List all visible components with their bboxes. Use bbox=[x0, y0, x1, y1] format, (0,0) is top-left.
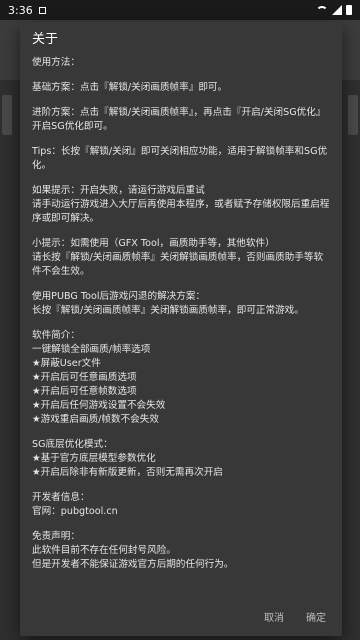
dialog-section: 软件简介： 一键解锁全部画质/帧率选项 ★屏蔽User文件 ★开启后可任意画质选项 ★开… bbox=[32, 329, 330, 427]
notification-icon bbox=[38, 6, 46, 14]
dialog-text-line: 长按『解锁/关闭画质帧率』关闭解锁画质帧率，即可正常游戏。 bbox=[32, 305, 304, 316]
dialog-text-line: 此软件目前不存在任何封号风险。 bbox=[32, 545, 176, 556]
dialog-text-line: ★游戏重启画质/帧数不会失效 bbox=[32, 414, 159, 425]
dialog-text-line: Tips：长按『解锁/关闭』即可关闭相应功能，适用于解锁帧率和SG优化。 bbox=[32, 146, 328, 171]
dialog-text-line: 使用方法： bbox=[32, 57, 80, 68]
status-right bbox=[316, 5, 352, 15]
dialog-text-line: ★开启后可任意帧数选项 bbox=[32, 386, 137, 397]
battery-icon bbox=[346, 5, 352, 15]
dialog-text-line: ★基于官方底层模型参数优化 bbox=[32, 453, 156, 464]
dialog-section: 使用方法： bbox=[32, 56, 330, 70]
status-time: 3:36 bbox=[8, 3, 33, 17]
dialog-section: 进阶方案：点击『解锁/关闭画质帧率』，再点击『开启/关闭SG优化』开启SG优化即… bbox=[32, 106, 330, 134]
signal-icon bbox=[332, 5, 342, 15]
dialog-text-line: 请手动运行游戏进入大厅后再使用本程序，或者赋予存储权限后重启程序或即可解决。 bbox=[32, 199, 330, 224]
about-dialog: 关于 使用方法： 基础方案：点击『解锁/关闭画质帧率』即可。进阶方案：点击『解锁/… bbox=[20, 22, 342, 636]
dialog-text-line: 开发者信息： bbox=[32, 492, 90, 503]
cancel-button[interactable]: 取消 bbox=[262, 608, 286, 630]
dialog-text-line: 请长按『解锁/关闭画质帧率』关闭解锁画质帧率，否则画质助手等软件不会生效。 bbox=[32, 252, 324, 277]
dialog-section: 如果提示：开启失败，请运行游戏后重试请手动运行游戏进入大厅后再使用本程序，或者赋… bbox=[32, 184, 330, 226]
dialog-text-line: 使用PUBG Tool后游戏闪退的解决方案： bbox=[32, 291, 206, 302]
dialog-text-line: 官网：pubgtool.cn bbox=[32, 506, 118, 517]
dialog-text-line: 软件简介： bbox=[32, 330, 80, 341]
dialog-text-line: 基础方案：点击『解锁/关闭画质帧率』即可。 bbox=[32, 82, 228, 93]
dialog-text-line: 如果提示：开启失败，请运行游戏后重试 bbox=[32, 185, 205, 196]
dialog-text-line: ★开启后任何游戏设置不会失效 bbox=[32, 400, 166, 411]
dialog-section: 基础方案：点击『解锁/关闭画质帧率』即可。 bbox=[32, 81, 330, 95]
dialog-title: 关于 bbox=[32, 32, 59, 47]
dialog-section: SG底层优化模式： ★基于官方底层模型参数优化 ★开启后除非有新版更新，否则无需再次… bbox=[32, 438, 330, 480]
dialog-text-line: ★开启后除非有新版更新，否则无需再次开启 bbox=[32, 467, 223, 478]
dialog-text-line: 免责声明： bbox=[32, 531, 80, 542]
dialog-text-line: 小提示：如需使用（GFX Tool，画质助手等，其他软件） bbox=[32, 238, 275, 249]
dialog-text-line: SG底层优化模式： bbox=[32, 439, 113, 450]
dialog-section: 免责声明： 此软件目前不存在任何封号风险。但是开发者不能保证游戏官方后期的任何行为… bbox=[32, 530, 330, 572]
status-bar: 3:36 bbox=[0, 0, 360, 20]
dialog-text-line: 进阶方案：点击『解锁/关闭画质帧率』，再点击『开启/关闭SG优化』开启SG优化即… bbox=[32, 107, 326, 132]
dialog-section: 开发者信息： 官网：pubgtool.cn bbox=[32, 491, 330, 519]
dialog-text-line: ★开启后可任意画质选项 bbox=[32, 372, 137, 383]
dialog-section: Tips：长按『解锁/关闭』即可关闭相应功能，适用于解锁帧率和SG优化。 bbox=[32, 145, 330, 173]
dialog-section: 小提示：如需使用（GFX Tool，画质助手等，其他软件） 请长按『解锁/关闭画质… bbox=[32, 237, 330, 279]
app-card-edge-left bbox=[2, 95, 12, 135]
ok-button[interactable]: 确定 bbox=[304, 608, 328, 630]
status-left: 3:36 bbox=[8, 4, 46, 17]
dialog-content: 使用方法： 基础方案：点击『解锁/关闭画质帧率』即可。进阶方案：点击『解锁/关闭画… bbox=[32, 56, 330, 572]
wifi-icon bbox=[316, 6, 328, 14]
dialog-section: 使用PUBG Tool后游戏闪退的解决方案： 长按『解锁/关闭画质帧率』关闭解锁画… bbox=[32, 290, 330, 318]
dialog-text-line: 一键解锁全部画质/帧率选项 bbox=[32, 344, 151, 355]
dialog-actions: 取消 确定 bbox=[262, 608, 328, 630]
dialog-text-line: ★屏蔽User文件 bbox=[32, 358, 101, 369]
app-card-edge-right bbox=[348, 95, 358, 135]
dialog-text-line: 但是开发者不能保证游戏官方后期的任何行为。 bbox=[32, 559, 234, 570]
